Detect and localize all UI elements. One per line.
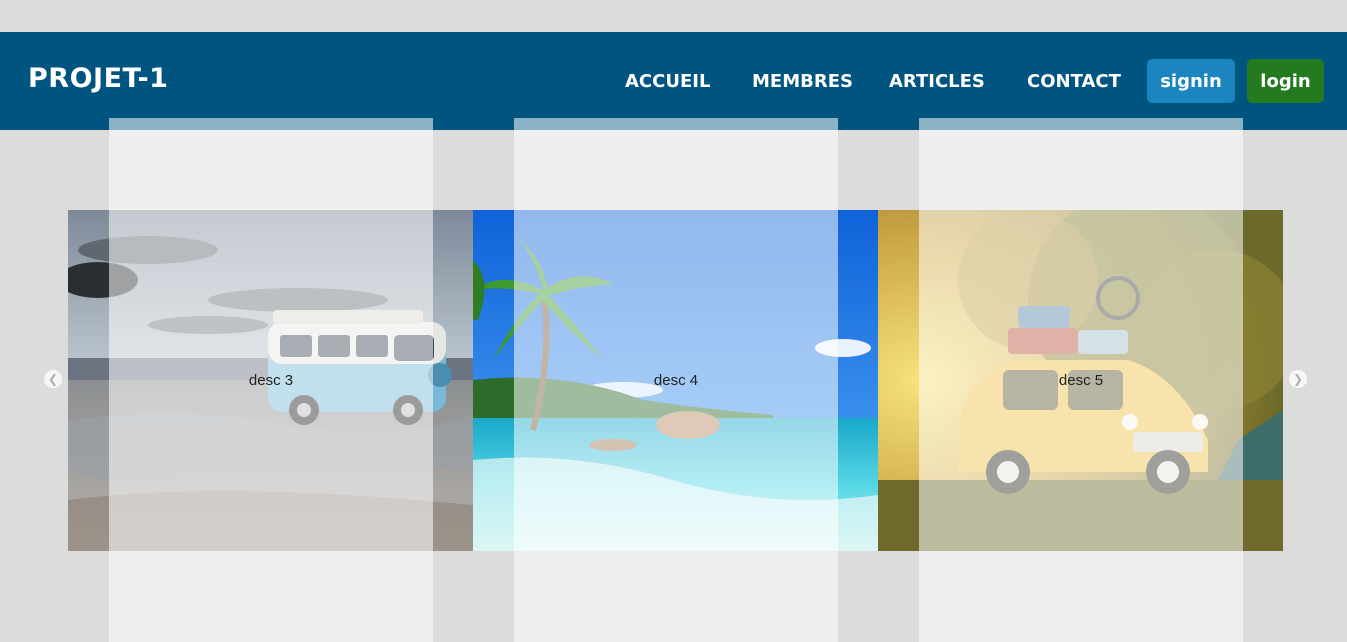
login-button[interactable]: login bbox=[1247, 59, 1324, 103]
page: PROJET-1 ACCUEIL MEMBRES ARTICLES CONTAC… bbox=[0, 0, 1347, 642]
navbar: PROJET-1 ACCUEIL MEMBRES ARTICLES CONTAC… bbox=[0, 32, 1347, 130]
chevron-left-icon[interactable]: ❮ bbox=[44, 370, 62, 388]
nav-link-membres[interactable]: MEMBRES bbox=[752, 72, 853, 92]
signin-button[interactable]: signin bbox=[1147, 59, 1235, 103]
chevron-right-icon[interactable]: ❯ bbox=[1289, 370, 1307, 388]
nav-link-contact[interactable]: CONTACT bbox=[1027, 72, 1121, 92]
nav-link-accueil[interactable]: ACCUEIL bbox=[625, 72, 710, 92]
brand-logo[interactable]: PROJET-1 bbox=[28, 65, 168, 92]
slide-caption: desc 3 bbox=[248, 372, 294, 389]
nav-link-articles[interactable]: ARTICLES bbox=[889, 72, 985, 92]
slide-caption: desc 4 bbox=[653, 372, 699, 389]
slide-caption: desc 5 bbox=[1058, 372, 1104, 389]
